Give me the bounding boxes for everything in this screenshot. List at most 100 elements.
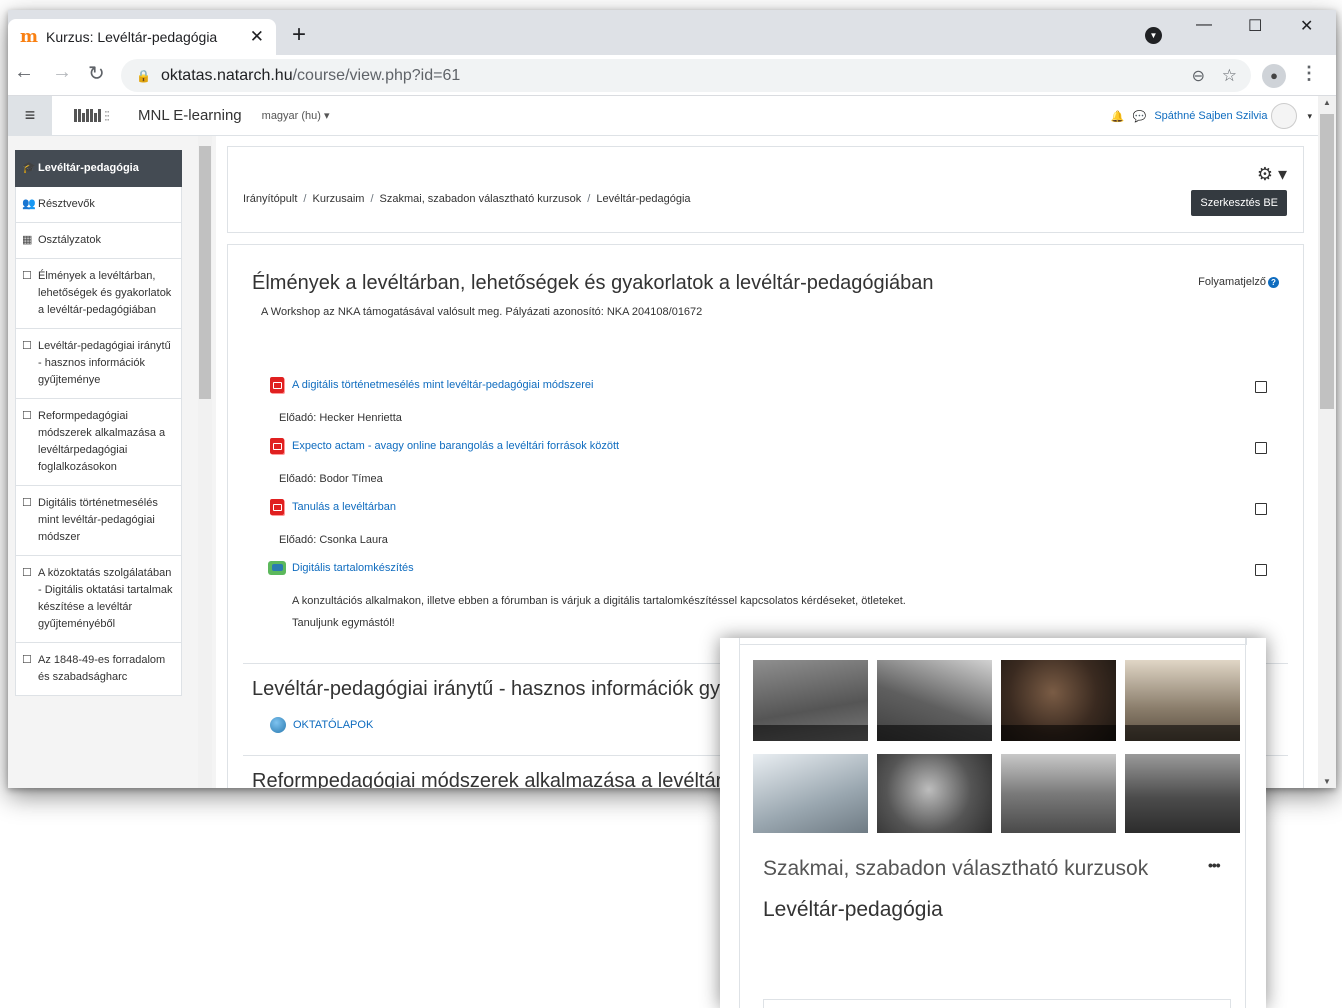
card-progress-box <box>763 999 1231 1008</box>
activity-url[interactable]: OKTATÓLAPOK <box>270 717 373 733</box>
completion-checkbox[interactable] <box>1255 442 1267 454</box>
image-caption <box>1001 725 1116 741</box>
activity-presenter: Előadó: Csonka Laura <box>279 534 388 546</box>
maximize-button[interactable]: ☐ <box>1248 16 1262 36</box>
graduation-cap-icon: 🎓 <box>22 162 36 174</box>
url-path: /course/view.php?id=61 <box>292 66 461 84</box>
folder-icon: ☐ <box>22 270 32 282</box>
tab-bar: m Kurzus: Levéltár-pedagógia ✕ + ▼ — ☐ ✕ <box>8 10 1336 55</box>
bookmark-star-icon[interactable]: ☆ <box>1222 66 1237 86</box>
url-globe-icon <box>270 717 286 733</box>
course-image <box>1001 660 1116 741</box>
pdf-icon <box>270 377 284 393</box>
activity-name: OKTATÓLAPOK <box>293 719 374 731</box>
language-menu[interactable]: magyar (hu) ▾ <box>262 109 330 122</box>
drawer-item-section-1[interactable]: ☐ Élmények a levéltárban, lehetőségek és … <box>15 259 182 329</box>
more-options-icon[interactable]: ••• <box>1208 857 1221 873</box>
course-name[interactable]: Levéltár-pedagógia <box>763 898 943 922</box>
minimize-button[interactable]: — <box>1196 16 1212 34</box>
drawer-item-participants[interactable]: 👥 Résztvevők <box>15 187 182 223</box>
user-menu-caret-icon[interactable]: ▾ <box>1307 111 1312 122</box>
tab-title: Kurzus: Levéltár-pedagógia <box>46 29 218 45</box>
tab-close-icon[interactable]: ✕ <box>250 27 264 47</box>
drawer-scrollbar[interactable] <box>198 136 212 788</box>
drawer-item-label: Élmények a levéltárban, lehetőségek és g… <box>38 270 172 316</box>
scroll-down-icon[interactable]: ▼ <box>1323 777 1331 786</box>
gear-icon[interactable]: ⚙ ▾ <box>1257 164 1287 185</box>
course-card-zoom: Szakmai, szabadon választható kurzusok •… <box>720 638 1266 1008</box>
lock-icon: 🔒 <box>136 68 151 83</box>
drawer-list: 🎓 Levéltár-pedagógia 👥 Résztvevők ▦ Osztály… <box>15 150 182 696</box>
users-icon: 👥 <box>22 198 36 210</box>
activity-resource[interactable]: Tanulás a levéltárban <box>270 499 396 515</box>
scroll-up-icon[interactable]: ▲ <box>1323 98 1331 107</box>
zoom-icon[interactable]: ⊖ <box>1192 66 1205 86</box>
notification-bell-icon[interactable]: 🔔 <box>1111 110 1125 123</box>
image-caption <box>1125 725 1240 741</box>
course-image <box>877 754 992 833</box>
drawer-item-course[interactable]: 🎓 Levéltár-pedagógia <box>15 150 182 187</box>
logo-small-text: ▪▪▪ ▪▪▪ ▪▪▪ <box>105 108 110 122</box>
activity-name: Expecto actam - avagy online barangolás … <box>292 440 620 452</box>
site-logo[interactable]: ▪▪▪ ▪▪▪ ▪▪▪ <box>74 109 123 122</box>
drawer-item-grades[interactable]: ▦ Osztályzatok <box>15 223 182 259</box>
forward-icon[interactable]: → <box>52 61 72 84</box>
browser-profile-icon[interactable]: ▼ <box>1145 27 1162 44</box>
help-icon[interactable]: ? <box>1268 276 1279 288</box>
activity-resource[interactable]: A digitális történetmesélés mint levéltá… <box>270 377 593 393</box>
breadcrumb-dashboard[interactable]: Irányítópult <box>243 193 297 205</box>
folder-icon: ☐ <box>22 497 32 509</box>
breadcrumb: Irányítópult / Kurzusaim / Szakmai, szabadon… <box>243 193 691 205</box>
page-scrollbar[interactable]: ▲ ▼ <box>1318 96 1336 788</box>
course-image <box>1125 660 1240 741</box>
page-scrollbar-thumb[interactable] <box>1320 114 1334 409</box>
forum-description: Tanuljunk egymástól! <box>292 617 395 629</box>
completion-checkbox[interactable] <box>1255 564 1267 576</box>
browser-tab[interactable]: m Kurzus: Levéltár-pedagógia ✕ <box>8 19 276 55</box>
drawer-item-label: Levéltár-pedagógia <box>38 162 139 174</box>
table-icon: ▦ <box>22 234 33 246</box>
activity-presenter: Előadó: Hecker Henrietta <box>279 412 402 424</box>
breadcrumb-category[interactable]: Szakmai, szabadon választható kurzusok <box>380 193 582 205</box>
completion-checkbox[interactable] <box>1255 381 1267 393</box>
address-bar[interactable]: 🔒 oktatas.natarch.hu/course/view.php?id=… <box>121 59 1251 92</box>
drawer-item-section-5[interactable]: ☐ A közoktatás szolgálatában - Digitális … <box>15 556 182 643</box>
course-image <box>1001 754 1116 833</box>
folder-icon: ☐ <box>22 567 32 579</box>
breadcrumb-my-courses[interactable]: Kurzusaim <box>312 193 364 205</box>
browser-menu-icon[interactable]: ⋮ <box>1300 63 1318 84</box>
pdf-icon <box>270 438 284 454</box>
activity-resource[interactable]: Expecto actam - avagy online barangolás … <box>270 438 619 454</box>
drawer-item-section-2[interactable]: ☐ Levéltár-pedagógiai iránytű - hasznos i… <box>15 329 182 399</box>
folder-icon: ☐ <box>22 654 32 666</box>
screenshot-stage: m Kurzus: Levéltár-pedagógia ✕ + ▼ — ☐ ✕… <box>0 0 1342 1008</box>
user-name[interactable]: Spáthné Sajben Szilvia <box>1154 110 1267 122</box>
pdf-icon <box>270 499 284 515</box>
messages-icon[interactable]: 💬 <box>1133 110 1147 123</box>
back-icon[interactable]: ← <box>14 61 34 84</box>
reload-icon[interactable]: ↻ <box>88 61 105 86</box>
activity-name: Digitális tartalomkészítés <box>292 562 414 574</box>
edit-mode-button[interactable]: Szerkesztés BE <box>1191 190 1287 216</box>
drawer-item-label: Az 1848-49-es forradalom és szabadsághar… <box>38 654 166 683</box>
image-caption <box>877 725 992 741</box>
activity-forum[interactable]: Digitális tartalomkészítés <box>268 561 414 575</box>
section-title[interactable]: Élmények a levéltárban, lehetőségek és g… <box>252 272 934 295</box>
breadcrumb-course[interactable]: Levéltár-pedagógia <box>596 193 690 205</box>
account-icon[interactable]: ● <box>1262 64 1286 88</box>
drawer-item-section-4[interactable]: ☐ Digitális történetmesélés mint levéltár… <box>15 486 182 556</box>
drawer-item-section-6[interactable]: ☐ Az 1848-49-es forradalom és szabadságha… <box>15 643 182 696</box>
drawer-toggle-button[interactable]: ≡ <box>8 95 52 136</box>
avatar[interactable] <box>1271 103 1298 129</box>
nav-drawer: 🎓 Levéltár-pedagógia 👥 Résztvevők ▦ Osztály… <box>8 136 216 788</box>
drawer-item-section-3[interactable]: ☐ Reformpedagógiai módszerek alkalmazása … <box>15 399 182 486</box>
progress-label: Folyamatjelző? <box>1198 276 1279 288</box>
new-tab-button[interactable]: + <box>292 19 306 51</box>
completion-checkbox[interactable] <box>1255 503 1267 515</box>
drawer-scrollbar-thumb[interactable] <box>199 146 211 399</box>
card-top-border <box>739 638 1247 645</box>
site-name[interactable]: MNL E-learning <box>138 107 242 124</box>
window-close-button[interactable]: ✕ <box>1300 16 1313 36</box>
breadcrumb-separator: / <box>587 193 591 205</box>
moodle-header: ≡ ▪▪▪ ▪▪▪ ▪▪▪ MNL E-learning magyar (hu) ▾… <box>8 95 1318 136</box>
